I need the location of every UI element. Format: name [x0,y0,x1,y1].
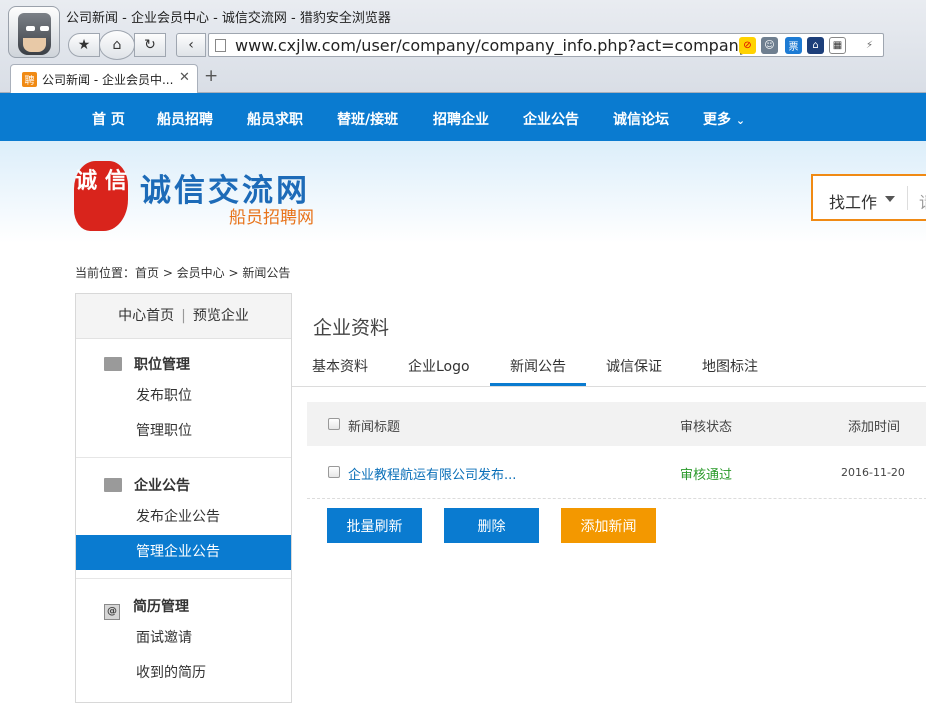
sidebar-item-manage-jobs[interactable]: 管理职位 [76,414,291,449]
row-checkbox[interactable] [328,466,340,478]
nav-more[interactable]: 更多 ⌄ [703,109,745,129]
chevron-down-icon: ⌄ [735,114,746,127]
tab-map[interactable]: 地图标注 [702,356,758,376]
select-all-checkbox[interactable] [328,418,340,430]
column-header-title: 新闻标题 [348,420,401,435]
table-row: 企业教程航运有限公司发布... 审核通过 2016-11-20 [307,446,926,499]
tab-basic-info[interactable]: 基本资料 [312,356,368,376]
sidebar-item-post-announcement[interactable]: 发布企业公告 [76,500,291,535]
sidebar-item-post-job[interactable]: 发布职位 [76,379,291,414]
nav-more-label: 更多 [703,112,731,128]
search-input[interactable]: 请 [919,189,926,213]
folder-icon [104,478,122,492]
tab-company-logo[interactable]: 企业Logo [408,356,470,376]
tab-favicon: 聘 [22,72,37,87]
sidebar-group-jobs: 职位管理 [104,354,190,374]
resume-icon: @ [104,604,120,620]
sidebar-group-resumes: @ 简历管理 [104,596,189,620]
divider [76,578,291,579]
page-title: 企业资料 [313,317,390,339]
nav-companies[interactable]: 招聘企业 [433,109,489,129]
sidebar-top-links: 中心首页 | 预览企业 [76,294,291,339]
page-icon [215,39,226,52]
logo-seal-text: 诚 信 [75,169,127,194]
caret-down-icon[interactable] [885,196,895,202]
sidebar: 中心首页 | 预览企业 职位管理 发布职位 管理职位 企业公告 发布企业公告 管理企… [75,293,292,703]
nav-crew-jobseek[interactable]: 船员求职 [247,109,303,129]
sidebar-item-manage-announcements[interactable]: 管理企业公告 [76,535,291,570]
tab-title: 公司新闻 - 企业会员中... [42,73,174,87]
nav-shift[interactable]: 替班/接班 [337,109,398,129]
nav-crew-recruit[interactable]: 船员招聘 [157,109,213,129]
browser-chrome: 公司新闻 - 企业会员中心 - 诚信交流网 - 猎豹安全浏览器 ★ ⌂ ↻ ‹ … [0,0,926,93]
tab-integrity[interactable]: 诚信保证 [606,356,662,376]
center-home-link[interactable]: 中心首页 [118,308,174,324]
table-header: 新闻标题 审核状态 添加时间 [307,402,926,446]
address-url[interactable]: www.cxjlw.com/user/company/company_info.… [235,36,747,55]
lightning-icon[interactable]: ⚡ [861,37,878,54]
translate-icon[interactable]: ☺ [761,37,778,54]
address-bar[interactable]: www.cxjlw.com/user/company/company_info.… [208,33,884,57]
nav-forum[interactable]: 诚信论坛 [613,109,669,129]
extension-icon[interactable]: ⌂ [807,37,824,54]
profile-tabs: 基本资料 企业Logo 新闻公告 诚信保证 地图标注 [292,344,926,387]
status-badge: 审核通过 [680,468,733,483]
nav-announcements[interactable]: 企业公告 [523,109,579,129]
window-title: 公司新闻 - 企业会员中心 - 诚信交流网 - 猎豹安全浏览器 [66,11,391,26]
search-type-select[interactable]: 找工作 [829,189,877,213]
divider [76,457,291,458]
tab-news[interactable]: 新闻公告 [510,356,566,376]
nav-home[interactable]: 首 页 [92,109,125,129]
home-icon[interactable]: ⌂ [99,30,135,60]
qr-code-icon[interactable]: ▦ [829,37,846,54]
logo-subtitle: 船员招聘网 [229,208,314,228]
column-header-status: 审核状态 [680,420,733,435]
new-tab-icon[interactable]: + [204,66,218,86]
sidebar-group-announcements: 企业公告 [104,475,190,495]
site-nav: 首 页 船员招聘 船员求职 替班/接班 招聘企业 企业公告 诚信论坛 更多 ⌄ [0,93,926,141]
browser-avatar-icon[interactable] [8,6,60,58]
preview-company-link[interactable]: 预览企业 [193,308,249,324]
divider: | [181,308,186,324]
ticket-icon[interactable]: 票 [785,37,802,54]
adblock-icon[interactable]: ⊘ [739,37,756,54]
site-header: 诚 信 诚信交流网 船员招聘网 找工作 请 [0,141,926,261]
tab-close-icon[interactable]: ✕ [179,70,190,85]
active-tab-indicator [490,383,586,386]
added-date: 2016-11-20 [841,466,905,479]
delete-button[interactable]: 删除 [444,508,539,543]
add-news-button[interactable]: 添加新闻 [561,508,656,543]
logo-seal[interactable]: 诚 信 [74,161,128,231]
sidebar-group-title: 职位管理 [134,357,190,373]
sidebar-item-interview-invites[interactable]: 面试邀请 [76,621,291,656]
folder-icon [104,357,122,371]
sidebar-group-title: 简历管理 [133,599,189,615]
search-box: 找工作 请 [811,174,926,221]
batch-refresh-button[interactable]: 批量刷新 [327,508,422,543]
breadcrumb: 当前位置：首页 > 会员中心 > 新闻公告 [75,266,291,280]
favorite-star-icon[interactable]: ★ [68,33,100,57]
column-header-date: 添加时间 [848,420,901,435]
browser-tab[interactable]: 聘 公司新闻 - 企业会员中... ✕ [10,64,198,93]
sidebar-group-title: 企业公告 [134,478,190,494]
news-title-link[interactable]: 企业教程航运有限公司发布... [348,464,516,483]
sidebar-item-received-resumes[interactable]: 收到的简历 [76,656,291,691]
refresh-icon[interactable]: ↻ [134,33,166,57]
back-icon[interactable]: ‹ [176,33,206,57]
